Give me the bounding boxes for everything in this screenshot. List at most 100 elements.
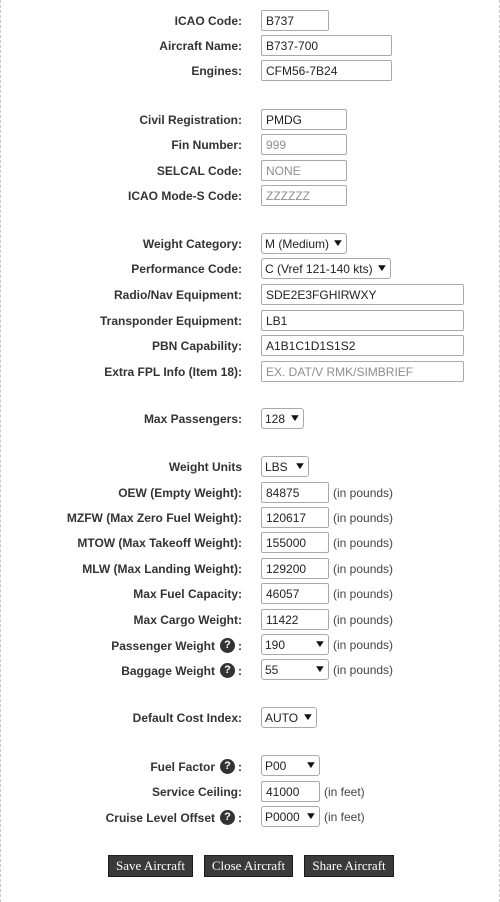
engines-input[interactable] xyxy=(261,60,392,81)
row-max-passengers: Max Passengers: 128 ▼ xyxy=(0,408,500,430)
help-icon[interactable]: ? xyxy=(220,759,235,774)
help-icon[interactable]: ? xyxy=(220,663,235,678)
max-fuel-label: Max Fuel Capacity: xyxy=(133,587,242,601)
row-cruise-offset: Cruise Level Offset ? : P0000 ▼ (in feet… xyxy=(0,806,500,828)
row-passenger-weight: Passenger Weight ? : 190 ▼ (in pounds) xyxy=(0,634,500,656)
mlw-label: MLW (Max Landing Weight): xyxy=(82,562,242,576)
cruise-offset-text: Cruise Level Offset xyxy=(105,810,215,825)
chevron-down-icon: ▼ xyxy=(304,760,318,771)
row-mlw: MLW (Max Landing Weight): (in pounds) xyxy=(0,558,500,580)
row-transponder: Transponder Equipment: xyxy=(0,310,500,332)
weight-units-value: LBS xyxy=(265,459,288,474)
passenger-weight-label: Passenger Weight ? : xyxy=(111,638,242,653)
performance-code-select[interactable]: C (Vref 121-140 kts) ▼ xyxy=(261,258,391,279)
row-selcal-code: SELCAL Code: xyxy=(0,160,500,182)
cost-index-value: AUTO xyxy=(265,710,299,725)
transponder-label: Transponder Equipment: xyxy=(99,314,242,328)
row-mtow: MTOW (Max Takeoff Weight): (in pounds) xyxy=(0,532,500,554)
fuel-factor-value: P00 xyxy=(265,758,287,773)
icao-code-input[interactable] xyxy=(261,10,329,31)
max-fuel-input[interactable] xyxy=(261,583,329,604)
close-aircraft-button[interactable]: Close Aircraft xyxy=(204,855,293,877)
pbn-input[interactable] xyxy=(261,335,464,356)
row-mzfw: MZFW (Max Zero Fuel Weight): (in pounds) xyxy=(0,507,500,529)
row-oew: OEW (Empty Weight): (in pounds) xyxy=(0,482,500,504)
baggage-weight-select[interactable]: 55 ▼ xyxy=(261,659,329,680)
cruise-offset-value: P0000 xyxy=(265,809,300,824)
row-mode-s-code: ICAO Mode-S Code: xyxy=(0,185,500,207)
radio-nav-input[interactable] xyxy=(261,284,464,305)
fin-number-input[interactable] xyxy=(261,134,347,155)
extra-fpl-input[interactable] xyxy=(261,361,464,382)
extra-fpl-label: Extra FPL Info (Item 18): xyxy=(104,365,242,379)
cruise-offset-select[interactable]: P0000 ▼ xyxy=(261,806,320,827)
mzfw-label: MZFW (Max Zero Fuel Weight): xyxy=(66,511,242,525)
chevron-down-icon: ▼ xyxy=(375,263,389,274)
mzfw-input[interactable] xyxy=(261,507,329,528)
row-max-fuel: Max Fuel Capacity: (in pounds) xyxy=(0,583,500,605)
share-aircraft-button[interactable]: Share Aircraft xyxy=(304,855,394,877)
passenger-weight-unit: (in pounds) xyxy=(333,638,394,652)
help-icon[interactable]: ? xyxy=(220,810,235,825)
row-civil-registration: Civil Registration: xyxy=(0,109,500,131)
row-cost-index: Default Cost Index: AUTO ▼ xyxy=(0,707,500,729)
row-weight-units: Weight Units LBS ▼ xyxy=(0,456,500,478)
cruise-offset-unit: (in feet) xyxy=(324,810,365,824)
row-baggage-weight: Baggage Weight ? : 55 ▼ (in pounds) xyxy=(0,659,500,681)
weight-category-value: M (Medium) xyxy=(265,236,330,251)
max-passengers-value: 128 xyxy=(265,411,286,426)
max-passengers-select[interactable]: 128 ▼ xyxy=(261,408,304,429)
label-colon: : xyxy=(238,810,242,825)
passenger-weight-text: Passenger Weight xyxy=(111,638,215,653)
label-colon: : xyxy=(238,638,242,653)
selcal-code-label: SELCAL Code: xyxy=(156,164,242,178)
performance-code-value: C (Vref 121-140 kts) xyxy=(265,261,373,276)
row-weight-category: Weight Category: M (Medium) ▼ xyxy=(0,233,500,255)
mtow-label: MTOW (Max Takeoff Weight): xyxy=(77,536,242,550)
radio-nav-label: Radio/Nav Equipment: xyxy=(113,288,242,302)
oew-unit: (in pounds) xyxy=(333,486,394,500)
help-icon[interactable]: ? xyxy=(220,638,235,653)
aircraft-name-input[interactable] xyxy=(261,35,392,56)
transponder-input[interactable] xyxy=(261,310,464,331)
mode-s-code-label: ICAO Mode-S Code: xyxy=(128,189,242,203)
mlw-input[interactable] xyxy=(261,558,329,579)
row-extra-fpl: Extra FPL Info (Item 18): xyxy=(0,361,500,383)
row-pbn: PBN Capability: xyxy=(0,335,500,357)
performance-code-label: Performance Code: xyxy=(131,262,242,276)
passenger-weight-value: 190 xyxy=(265,637,286,652)
civil-registration-label: Civil Registration: xyxy=(139,113,242,127)
fuel-factor-text: Fuel Factor xyxy=(150,759,215,774)
oew-input[interactable] xyxy=(261,482,329,503)
mtow-unit: (in pounds) xyxy=(333,536,394,550)
row-performance-code: Performance Code: C (Vref 121-140 kts) ▼ xyxy=(0,258,500,280)
aircraft-name-label: Aircraft Name: xyxy=(159,39,242,53)
row-engines: Engines: xyxy=(0,60,500,82)
chevron-down-icon: ▼ xyxy=(304,811,318,822)
engines-label: Engines: xyxy=(191,64,242,78)
service-ceiling-label: Service Ceiling: xyxy=(151,785,242,799)
save-aircraft-button[interactable]: Save Aircraft xyxy=(108,855,193,877)
max-cargo-input[interactable] xyxy=(261,609,329,630)
mzfw-unit: (in pounds) xyxy=(333,511,394,525)
civil-registration-input[interactable] xyxy=(261,109,347,130)
chevron-down-icon: ▼ xyxy=(288,413,302,424)
fuel-factor-label: Fuel Factor ? : xyxy=(150,759,242,774)
weight-units-select[interactable]: LBS ▼ xyxy=(261,456,309,477)
weight-category-select[interactable]: M (Medium) ▼ xyxy=(261,233,347,254)
weight-units-label: Weight Units xyxy=(168,460,242,474)
chevron-down-icon: ▼ xyxy=(313,639,327,650)
mtow-input[interactable] xyxy=(261,532,329,553)
service-ceiling-input[interactable] xyxy=(261,781,320,802)
chevron-down-icon: ▼ xyxy=(313,664,327,675)
selcal-code-input[interactable] xyxy=(261,160,347,181)
row-aircraft-name: Aircraft Name: xyxy=(0,35,500,57)
service-ceiling-unit: (in feet) xyxy=(324,785,365,799)
fin-number-label: Fin Number: xyxy=(171,138,242,152)
mode-s-code-input[interactable] xyxy=(261,185,347,206)
chevron-down-icon: ▼ xyxy=(293,461,307,472)
cost-index-select[interactable]: AUTO ▼ xyxy=(261,707,317,728)
fuel-factor-select[interactable]: P00 ▼ xyxy=(261,755,320,776)
row-max-cargo: Max Cargo Weight: (in pounds) xyxy=(0,609,500,631)
passenger-weight-select[interactable]: 190 ▼ xyxy=(261,634,329,655)
